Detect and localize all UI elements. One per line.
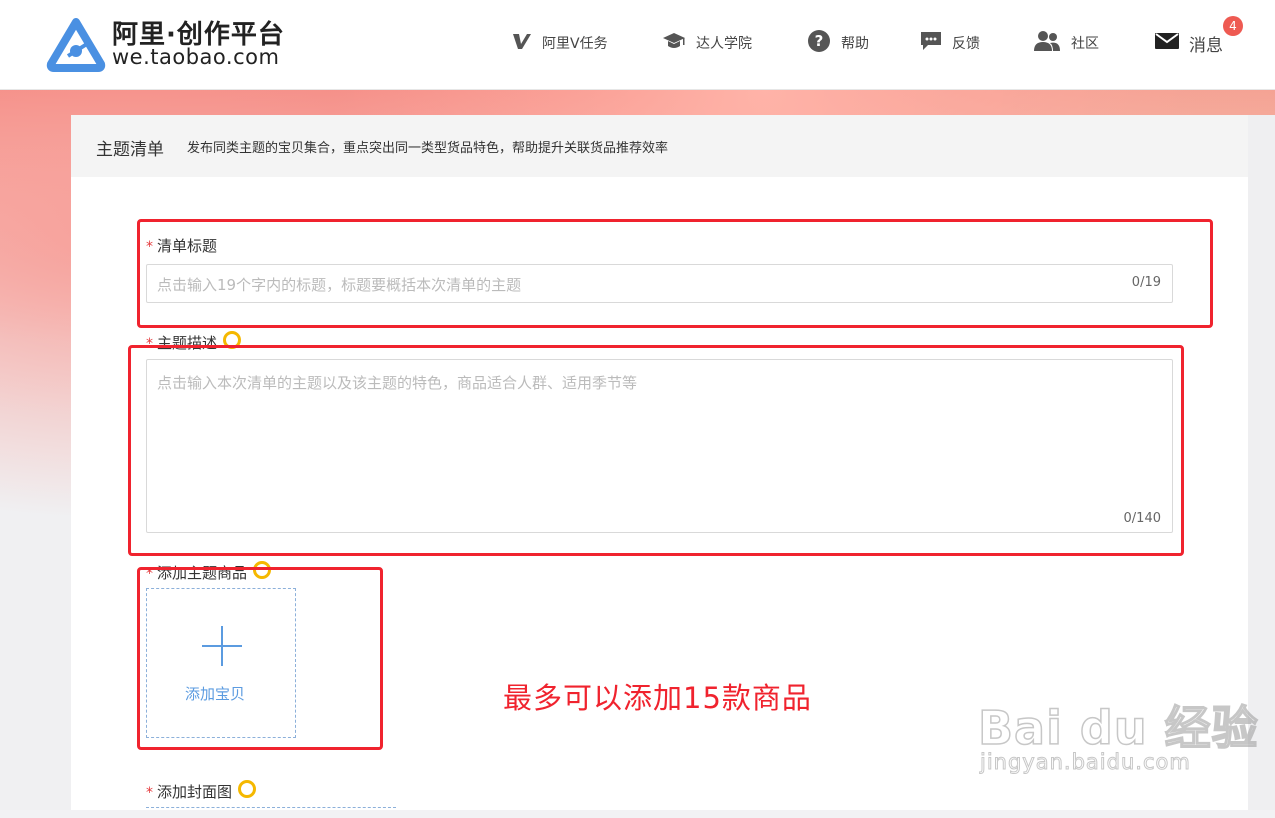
- nav-item-academy[interactable]: 达人学院: [662, 28, 752, 58]
- graduation-cap-icon: [662, 31, 686, 55]
- nav-label: 帮助: [841, 36, 869, 52]
- nav-label: 消息: [1189, 35, 1223, 56]
- nav-label: 达人学院: [696, 36, 752, 52]
- nav-item-community[interactable]: 社区: [1033, 28, 1099, 58]
- message-count-badge: 4: [1223, 16, 1243, 36]
- card-header: 主题清单 发布同类主题的宝贝集合，重点突出同一类型货品特色，帮助提升关联货品推荐…: [71, 115, 1248, 177]
- page-title: 主题清单: [96, 140, 164, 160]
- annotation-text: 最多可以添加15款商品: [503, 681, 812, 715]
- top-header: 阿里·创作平台 we.taobao.com 阿里V任务 达人学院 ? 帮助 反馈…: [0, 0, 1275, 90]
- help-icon: ?: [807, 29, 831, 57]
- add-cover-label: * 添加封面图: [146, 780, 257, 802]
- nav-item-v-task[interactable]: 阿里V任务: [512, 28, 608, 58]
- nav-label: 反馈: [952, 36, 980, 52]
- watermark-url: jingyan.baidu.com: [980, 750, 1191, 775]
- feedback-icon: [920, 31, 942, 55]
- annotation-box-products: [137, 567, 383, 750]
- annotation-box-description: [128, 345, 1184, 556]
- required-mark: *: [146, 785, 153, 801]
- nav-label: 阿里V任务: [542, 36, 608, 52]
- tip-icon[interactable]: [238, 780, 257, 798]
- svg-text:?: ?: [815, 32, 824, 50]
- nav-item-messages[interactable]: 消息: [1155, 28, 1223, 58]
- watermark-text: Bai du 经验: [977, 700, 1259, 756]
- nav-item-help[interactable]: ? 帮助: [807, 28, 869, 58]
- baidu-watermark: Bai du 经验 jingyan.baidu.com: [977, 672, 1258, 782]
- nav-label: 社区: [1071, 36, 1099, 52]
- v-task-icon: [512, 32, 532, 54]
- community-icon: [1033, 30, 1061, 56]
- add-cover-label-text: 添加封面图: [157, 783, 233, 801]
- top-nav: 阿里V任务 达人学院 ? 帮助 反馈 社区 消息: [0, 28, 1275, 58]
- add-cover-upload-box[interactable]: [146, 807, 396, 818]
- page-description: 发布同类主题的宝贝集合，重点突出同一类型货品特色，帮助提升关联货品推荐效率: [187, 141, 669, 156]
- nav-item-feedback[interactable]: 反馈: [920, 28, 980, 58]
- annotation-box-title: [137, 219, 1213, 328]
- mail-icon: [1155, 32, 1179, 55]
